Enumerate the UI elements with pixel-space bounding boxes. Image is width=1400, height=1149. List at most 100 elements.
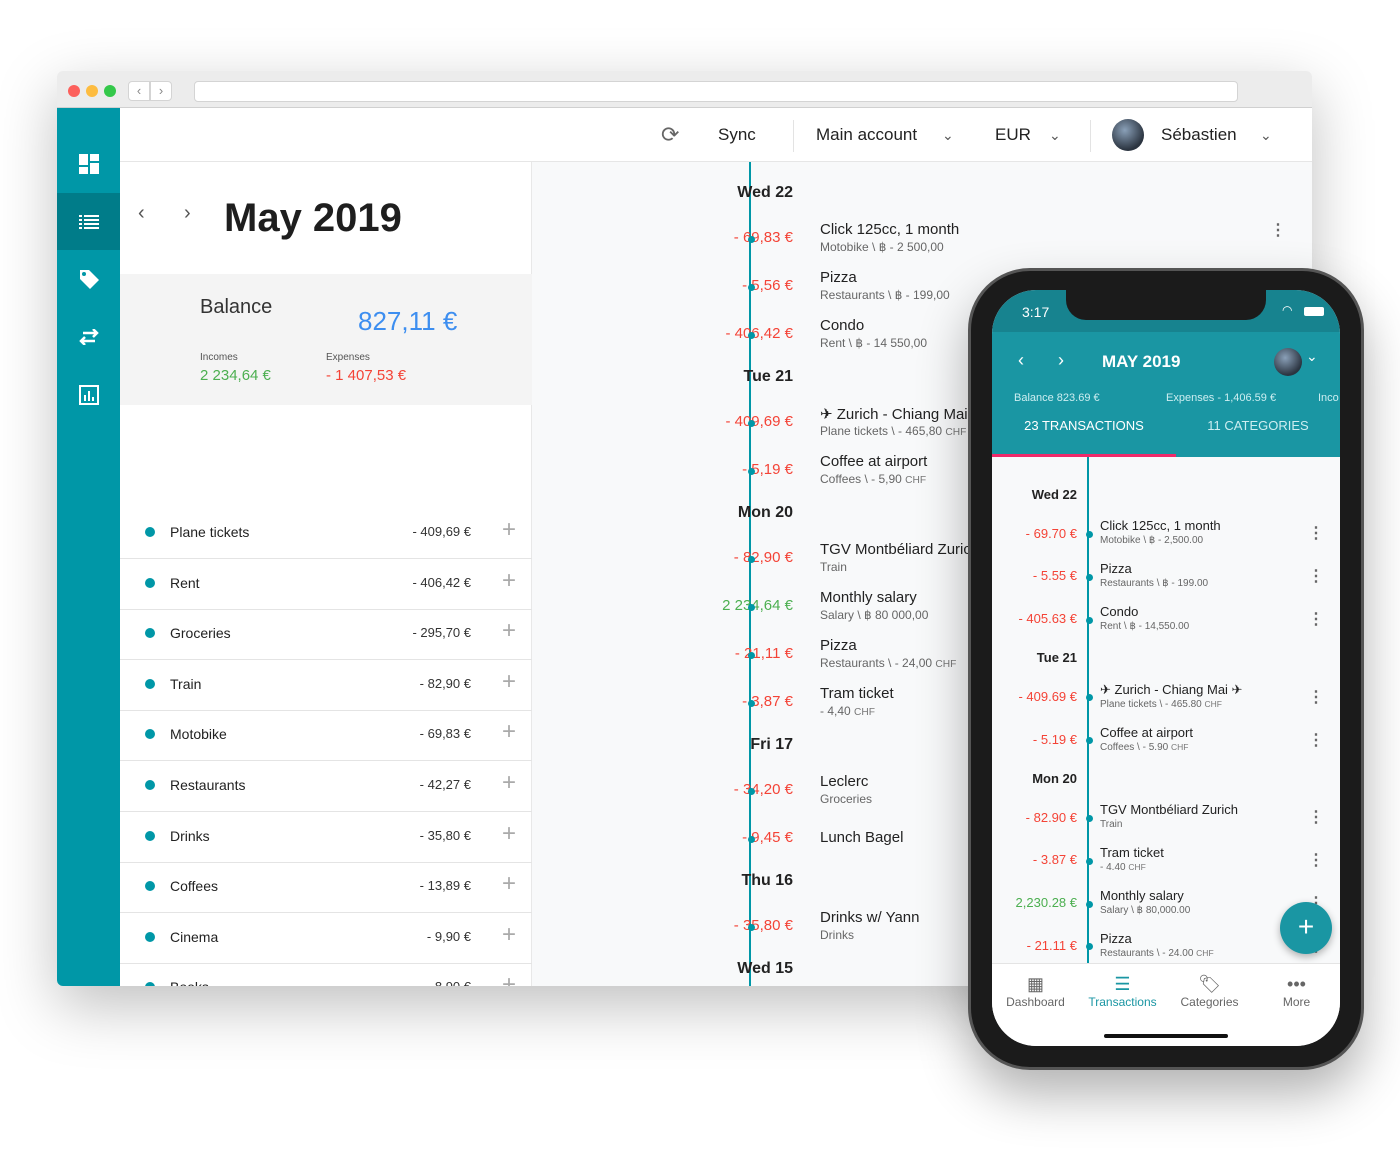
transaction-title[interactable]: Coffee at airport (1100, 725, 1193, 740)
more-options-icon[interactable]: ⋮ (1308, 850, 1324, 870)
currency-selector[interactable]: EUR (995, 108, 1031, 162)
transaction-title[interactable]: Click 125cc, 1 month (820, 221, 959, 238)
account-selector[interactable]: Main account (816, 108, 917, 162)
tab-categories[interactable]: 11 CATEGORIES (1176, 418, 1340, 433)
close-window-button[interactable] (68, 85, 80, 97)
maximize-window-button[interactable] (104, 85, 116, 97)
sidebar-item-transactions[interactable] (57, 193, 120, 250)
transaction-title[interactable]: Lunch Bagel (820, 829, 903, 846)
category-row[interactable]: Plane tickets - 409,69 € + (120, 508, 532, 559)
more-options-icon[interactable]: ⋮ (1308, 687, 1324, 707)
more-options-icon[interactable]: ⋮ (1308, 523, 1324, 543)
transaction-title[interactable]: TGV Montbéliard Zurich (820, 541, 979, 558)
sync-button[interactable]: Sync (718, 108, 756, 162)
tab-transactions[interactable]: 23 TRANSACTIONS (992, 418, 1176, 433)
add-icon[interactable]: + (502, 769, 516, 797)
more-options-icon[interactable]: ⋮ (1308, 807, 1324, 827)
avatar[interactable] (1112, 119, 1144, 151)
add-icon[interactable]: + (502, 567, 516, 595)
browser-forward-button[interactable]: › (150, 81, 172, 101)
add-icon[interactable]: + (502, 718, 516, 746)
transaction-title[interactable]: Pizza (820, 637, 857, 654)
address-bar[interactable] (194, 81, 1238, 102)
timeline-node (747, 787, 755, 795)
transaction-title[interactable]: Pizza (1100, 931, 1132, 946)
browser-titlebar: ‹ › (57, 71, 1312, 108)
nav-transactions[interactable]: ☰ Transactions (1079, 974, 1166, 1009)
chevron-down-icon[interactable]: ⌄ (1306, 348, 1318, 365)
category-row[interactable]: Drinks - 35,80 € + (120, 812, 532, 863)
category-amount: - 406,42 € (412, 574, 471, 590)
add-icon[interactable]: + (502, 921, 516, 949)
category-row[interactable]: Motobike - 69,83 € + (120, 710, 532, 762)
more-options-icon[interactable]: ⋮ (1308, 609, 1324, 629)
transaction-title[interactable]: Monthly salary (820, 589, 917, 606)
user-menu[interactable]: Sébastien (1161, 108, 1237, 162)
nav-categories[interactable]: 🏷 Categories (1166, 974, 1253, 1009)
sidebar-item-dashboard[interactable] (57, 135, 120, 192)
add-icon[interactable]: + (502, 820, 516, 848)
transaction-title[interactable]: ✈ Zurich - Chiang Mai ✈ (1100, 682, 1242, 698)
transaction-detail: Rent \ ฿ - 14 550,00 (820, 336, 928, 350)
transaction-title[interactable]: Monthly salary (1100, 888, 1184, 903)
add-icon[interactable]: + (502, 617, 516, 645)
transaction-detail: Restaurants \ ฿ - 199,00 (820, 288, 950, 302)
transaction-title[interactable]: ✈ Zurich - Chiang Mai ✈ (820, 405, 984, 423)
transaction-title[interactable]: Coffee at airport (820, 453, 927, 470)
browser-back-button[interactable]: ‹ (128, 81, 150, 101)
add-icon[interactable]: + (502, 516, 516, 544)
transaction-title[interactable]: Pizza (820, 269, 857, 286)
transaction-subtitle: - 4,40 CHF (820, 704, 875, 718)
category-row[interactable]: Restaurants - 42,27 € + (120, 761, 532, 812)
previous-month-button[interactable]: ‹ (138, 202, 145, 225)
avatar[interactable] (1274, 348, 1302, 376)
transaction-title[interactable]: Tram ticket (1100, 845, 1164, 860)
transaction-title[interactable]: Leclerc (820, 773, 868, 790)
divider (793, 120, 794, 152)
phone-expenses: Expenses - 1,406.59 € (1166, 392, 1277, 404)
transaction-subtitle: Coffees \ - 5.90 CHF (1100, 742, 1188, 753)
transaction-title[interactable]: Drinks w/ Yann (820, 909, 920, 926)
transaction-title[interactable]: Tram ticket (820, 685, 894, 702)
category-row[interactable]: Coffees - 13,89 € + (120, 862, 532, 914)
sidebar-item-categories[interactable] (57, 250, 120, 307)
transaction-subtitle: Restaurants \ ฿ - 199,00 (820, 288, 950, 302)
transaction-title[interactable]: Click 125cc, 1 month (1100, 518, 1221, 533)
nav-more[interactable]: ••• More (1253, 974, 1340, 1009)
category-row[interactable]: Train - 82,90 € + (120, 660, 532, 711)
transaction-title[interactable]: Pizza (1100, 561, 1132, 576)
transaction-detail: Restaurants \ - 24,00 (820, 656, 933, 670)
category-amount: - 13,89 € (419, 878, 471, 894)
wifi-icon: ◠ (1282, 303, 1293, 317)
transaction-detail: Plane tickets \ - 465,80 (820, 424, 943, 438)
transaction-title[interactable]: Condo (820, 317, 864, 334)
sync-icon[interactable]: ⟳ (661, 108, 679, 162)
more-options-icon[interactable]: ⋮ (1308, 730, 1324, 750)
add-icon[interactable]: + (502, 668, 516, 696)
transaction-title[interactable]: TGV Montbéliard Zurich (1100, 802, 1238, 817)
add-icon[interactable]: + (502, 971, 516, 986)
minimize-window-button[interactable] (86, 85, 98, 97)
chevron-down-icon[interactable]: ⌄ (1260, 108, 1272, 162)
previous-month-button[interactable]: ‹ (1018, 350, 1024, 371)
top-bar: ⟳ Sync Main account ⌄ EUR ⌄ Sébastien ⌄ (120, 108, 1312, 162)
chevron-down-icon[interactable]: ⌄ (942, 108, 954, 162)
transaction-subtitle: Salary \ ฿ 80,000.00 (1100, 905, 1190, 916)
category-row[interactable]: Groceries - 295,70 € + (120, 609, 532, 661)
chevron-down-icon[interactable]: ⌄ (1049, 108, 1061, 162)
more-options-icon[interactable]: ⋮ (1308, 566, 1324, 586)
next-month-button[interactable]: › (184, 202, 191, 225)
nav-dashboard[interactable]: ▦ Dashboard (992, 974, 1079, 1009)
add-icon[interactable]: + (502, 870, 516, 898)
category-row[interactable]: Rent - 406,42 € + (120, 559, 532, 610)
sidebar-item-reports[interactable] (57, 366, 120, 423)
add-transaction-button[interactable]: + (1280, 902, 1332, 954)
category-row[interactable]: Cinema - 9,90 € + (120, 913, 532, 964)
category-color-dot (145, 881, 155, 892)
incomes-value: 2 234,64 € (200, 367, 271, 384)
next-month-button[interactable]: › (1058, 350, 1064, 371)
sidebar-item-transfers[interactable] (57, 308, 120, 365)
more-options-icon[interactable]: ⋮ (1270, 220, 1286, 240)
category-row[interactable]: Books - 8,90 € + (120, 963, 532, 986)
transaction-title[interactable]: Condo (1100, 604, 1138, 619)
